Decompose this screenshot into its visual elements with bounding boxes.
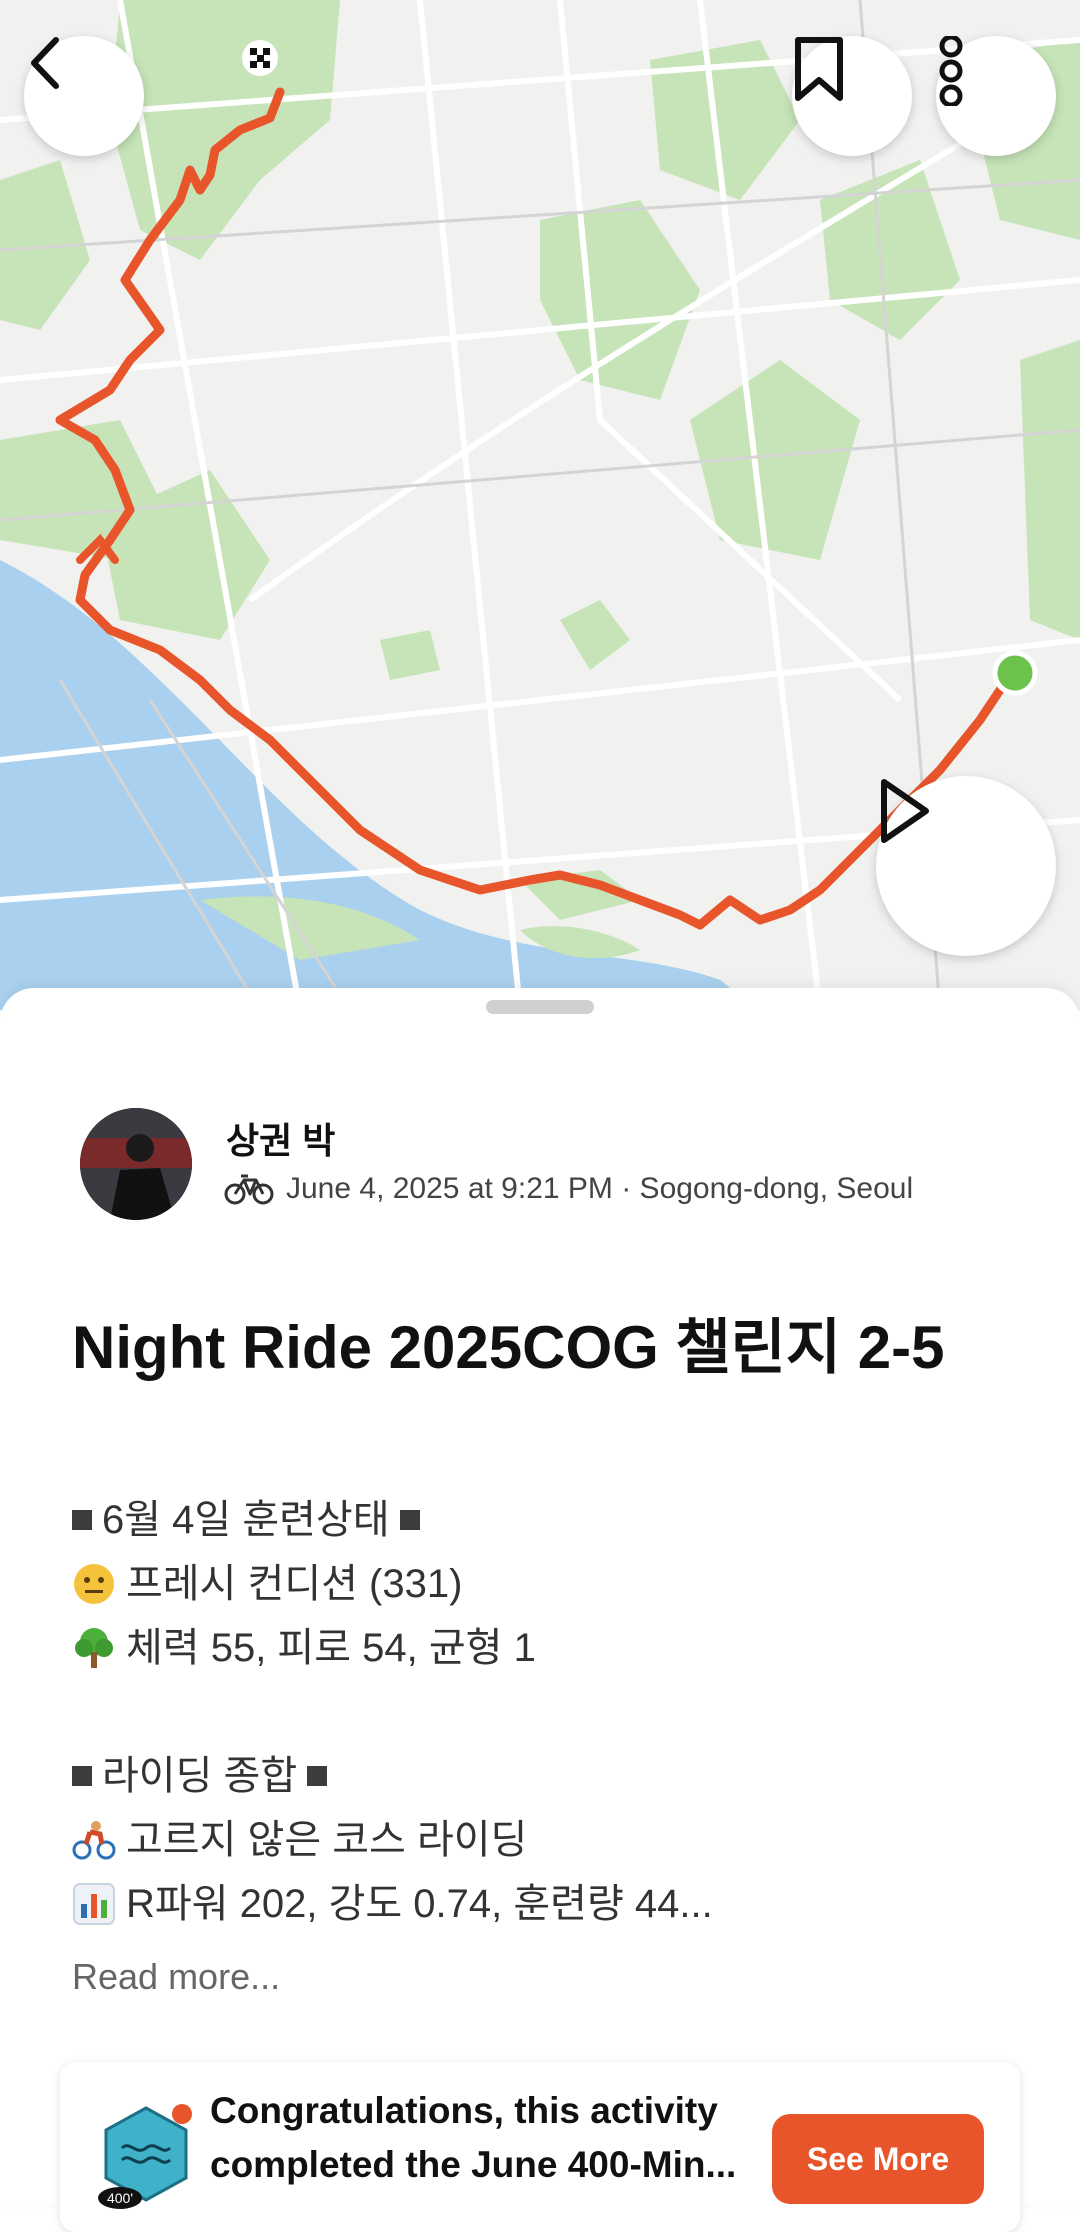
description-line: 프레시 컨디션 (331) (72, 1552, 1032, 1616)
athlete-name[interactable]: 상권 박 (226, 1112, 335, 1164)
square-bullet-icon (72, 1766, 92, 1786)
back-button[interactable] (24, 36, 144, 156)
neutral-face-icon (74, 1564, 114, 1604)
cyclist-icon (72, 1821, 116, 1860)
see-more-button[interactable]: See More (772, 2114, 984, 2204)
description-line: 체력 55, 피로 54, 균형 1 (72, 1616, 1032, 1680)
activity-date-location: June 4, 2025 at 9:21 PM · Sogong-dong, S… (286, 1172, 914, 1205)
route-map[interactable] (0, 0, 1080, 1010)
description-line: 라이딩 종합 (72, 1744, 1032, 1808)
tree-icon (75, 1628, 113, 1668)
sheet-drag-handle[interactable] (486, 1000, 594, 1014)
description-line: 6월 4일 훈련상태 (72, 1488, 1032, 1552)
bookmark-icon (795, 37, 843, 101)
challenge-card[interactable]: 400' Congratulations, this activity comp… (60, 2062, 1020, 2232)
square-bullet-icon (307, 1766, 328, 1786)
chevron-left-icon (31, 37, 59, 89)
activity-description: 6월 4일 훈련상태 프레시 컨디션 (331) 체력 55, 피로 54, 균… (72, 1488, 1032, 1936)
description-line: R파워 202, 강도 0.74, 훈련량 44... (72, 1872, 1032, 1936)
finish-flag-marker (242, 40, 278, 76)
play-flyover-button[interactable] (876, 776, 1056, 956)
challenge-text: Congratulations, this activity completed… (210, 2090, 737, 2185)
activity-title: Night Ride 2025COG 챌린지 2-5 (72, 1314, 945, 1381)
more-options-button[interactable] (936, 36, 1056, 156)
start-marker (992, 650, 1038, 696)
bicycle-icon (224, 1174, 274, 1205)
square-bullet-icon (399, 1510, 420, 1530)
challenge-badge-icon: 400' (98, 2104, 192, 2209)
activity-meta: June 4, 2025 at 9:21 PM · Sogong-dong, S… (224, 1172, 913, 1206)
description-line: 고르지 않은 코스 라이딩 (72, 1808, 1032, 1872)
bookmark-button[interactable] (792, 36, 912, 156)
read-more-link[interactable]: Read more... (72, 1956, 280, 1998)
bar-chart-icon (73, 1883, 115, 1925)
athlete-avatar[interactable] (80, 1108, 192, 1220)
more-vertical-icon (939, 36, 963, 106)
square-bullet-icon (72, 1510, 92, 1530)
play-icon (881, 779, 929, 843)
activity-sheet: 상권 박 June 4, 2025 at 9:21 PM · Sogong-do… (0, 988, 1080, 2232)
